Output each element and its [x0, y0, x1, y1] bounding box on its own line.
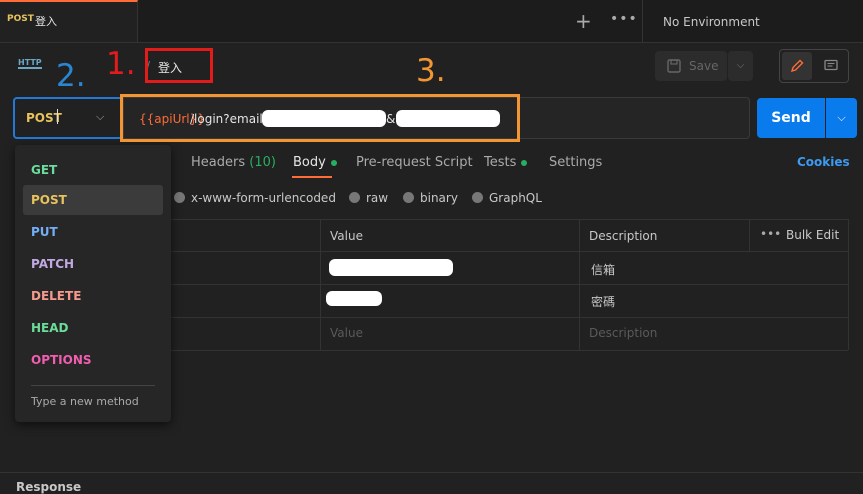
save-button[interactable]: Save [655, 51, 727, 81]
menu-divider [31, 385, 155, 386]
menu-item-label: PUT [31, 225, 58, 239]
menu-item-options[interactable]: OPTIONS [23, 345, 163, 375]
menu-item-post[interactable]: POST [23, 185, 163, 215]
table-row[interactable]: 信箱 [320, 252, 848, 284]
tab-tests[interactable]: Tests [484, 155, 528, 170]
radio-binary-label: binary [420, 191, 458, 205]
tab-method-label: POST [7, 14, 34, 24]
tab-title: 登入 [35, 15, 57, 28]
redacted-value [329, 259, 453, 276]
tab-body-label: Body [293, 155, 326, 170]
pencil-icon [790, 59, 804, 73]
comment-icon [824, 59, 838, 71]
tab-settings[interactable]: Settings [549, 155, 602, 170]
annotation-step-2: 2. [56, 58, 86, 94]
active-dot-icon [521, 159, 528, 166]
row-description: 信箱 [591, 263, 616, 277]
menu-item-label: GET [31, 163, 58, 177]
table-row[interactable]: 密碼 [320, 285, 848, 317]
more-options-icon[interactable]: ••• [760, 227, 781, 241]
chevron-down-icon: ⌵ [96, 110, 105, 123]
send-button[interactable]: Send [757, 98, 825, 138]
column-header-value: Value [330, 229, 363, 243]
table-border [848, 219, 849, 350]
save-icon [667, 59, 681, 73]
response-title: Response [16, 480, 82, 494]
menu-item-label: OPTIONS [31, 353, 92, 367]
radio-urlencoded[interactable] [174, 192, 185, 203]
tab-prerequest-script[interactable]: Pre-request Script [356, 155, 473, 170]
description-input[interactable]: Description [589, 326, 657, 340]
redacted-value [326, 291, 382, 306]
annotation-box-red [145, 48, 213, 83]
menu-item-label: DELETE [31, 289, 82, 303]
more-tabs-icon[interactable]: ••• [610, 11, 638, 27]
row-description: 密碼 [591, 295, 616, 309]
save-label: Save [689, 59, 719, 73]
tab-body[interactable]: Body [293, 155, 337, 170]
divider [642, 0, 643, 42]
menu-item-delete[interactable]: DELETE [23, 281, 163, 311]
menu-item-label: PATCH [31, 257, 75, 271]
menu-item-head[interactable]: HEAD [23, 313, 163, 343]
send-dropdown-button[interactable]: ⌵ [826, 98, 857, 138]
response-divider [0, 472, 863, 473]
comments-button[interactable] [816, 52, 846, 80]
tab-tests-label: Tests [484, 155, 517, 170]
new-method-input[interactable]: Type a new method [31, 395, 139, 408]
new-tab-icon[interactable]: + [575, 9, 592, 33]
tab-headers[interactable]: Headers (10) [191, 155, 276, 170]
radio-graphql-label: GraphQL [489, 191, 542, 205]
save-dropdown-button[interactable]: ⌵ [728, 51, 753, 81]
menu-item-label: POST [31, 193, 67, 207]
radio-raw[interactable] [349, 192, 360, 203]
active-dot-icon [330, 159, 337, 166]
radio-raw-label: raw [366, 191, 389, 205]
menu-item-label: HEAD [31, 321, 69, 335]
column-header-description: Description [589, 229, 658, 243]
annotation-step-3: 3. [416, 53, 446, 89]
bulk-edit-button[interactable]: Bulk Edit [786, 228, 839, 242]
table-border [749, 219, 750, 251]
active-tab-indicator [292, 176, 332, 178]
radio-graphql[interactable] [472, 192, 483, 203]
headers-count: (10) [249, 155, 276, 170]
http-request-icon: HTTP [18, 58, 42, 69]
chevron-down-icon: ⌵ [736, 60, 745, 71]
chevron-down-icon: ⌵ [837, 111, 846, 124]
annotation-step-1: 1. [106, 46, 136, 82]
method-dropdown-menu: GET POST PUT PATCH DELETE HEAD OPTIONS T… [15, 145, 171, 422]
menu-item-patch[interactable]: PATCH [23, 249, 163, 279]
environment-selector[interactable]: No Environment [663, 15, 760, 29]
edit-button[interactable] [782, 52, 812, 80]
menu-item-put[interactable]: PUT [23, 217, 163, 247]
radio-binary[interactable] [403, 192, 414, 203]
menu-item-get[interactable]: GET [23, 155, 163, 185]
tab-headers-label: Headers [191, 155, 246, 170]
text-cursor [57, 109, 58, 124]
cookies-link[interactable]: Cookies [797, 155, 850, 169]
value-input[interactable]: Value [330, 326, 363, 340]
annotation-box-orange [120, 94, 520, 142]
radio-urlencoded-label: x-www-form-urlencoded [191, 191, 336, 205]
